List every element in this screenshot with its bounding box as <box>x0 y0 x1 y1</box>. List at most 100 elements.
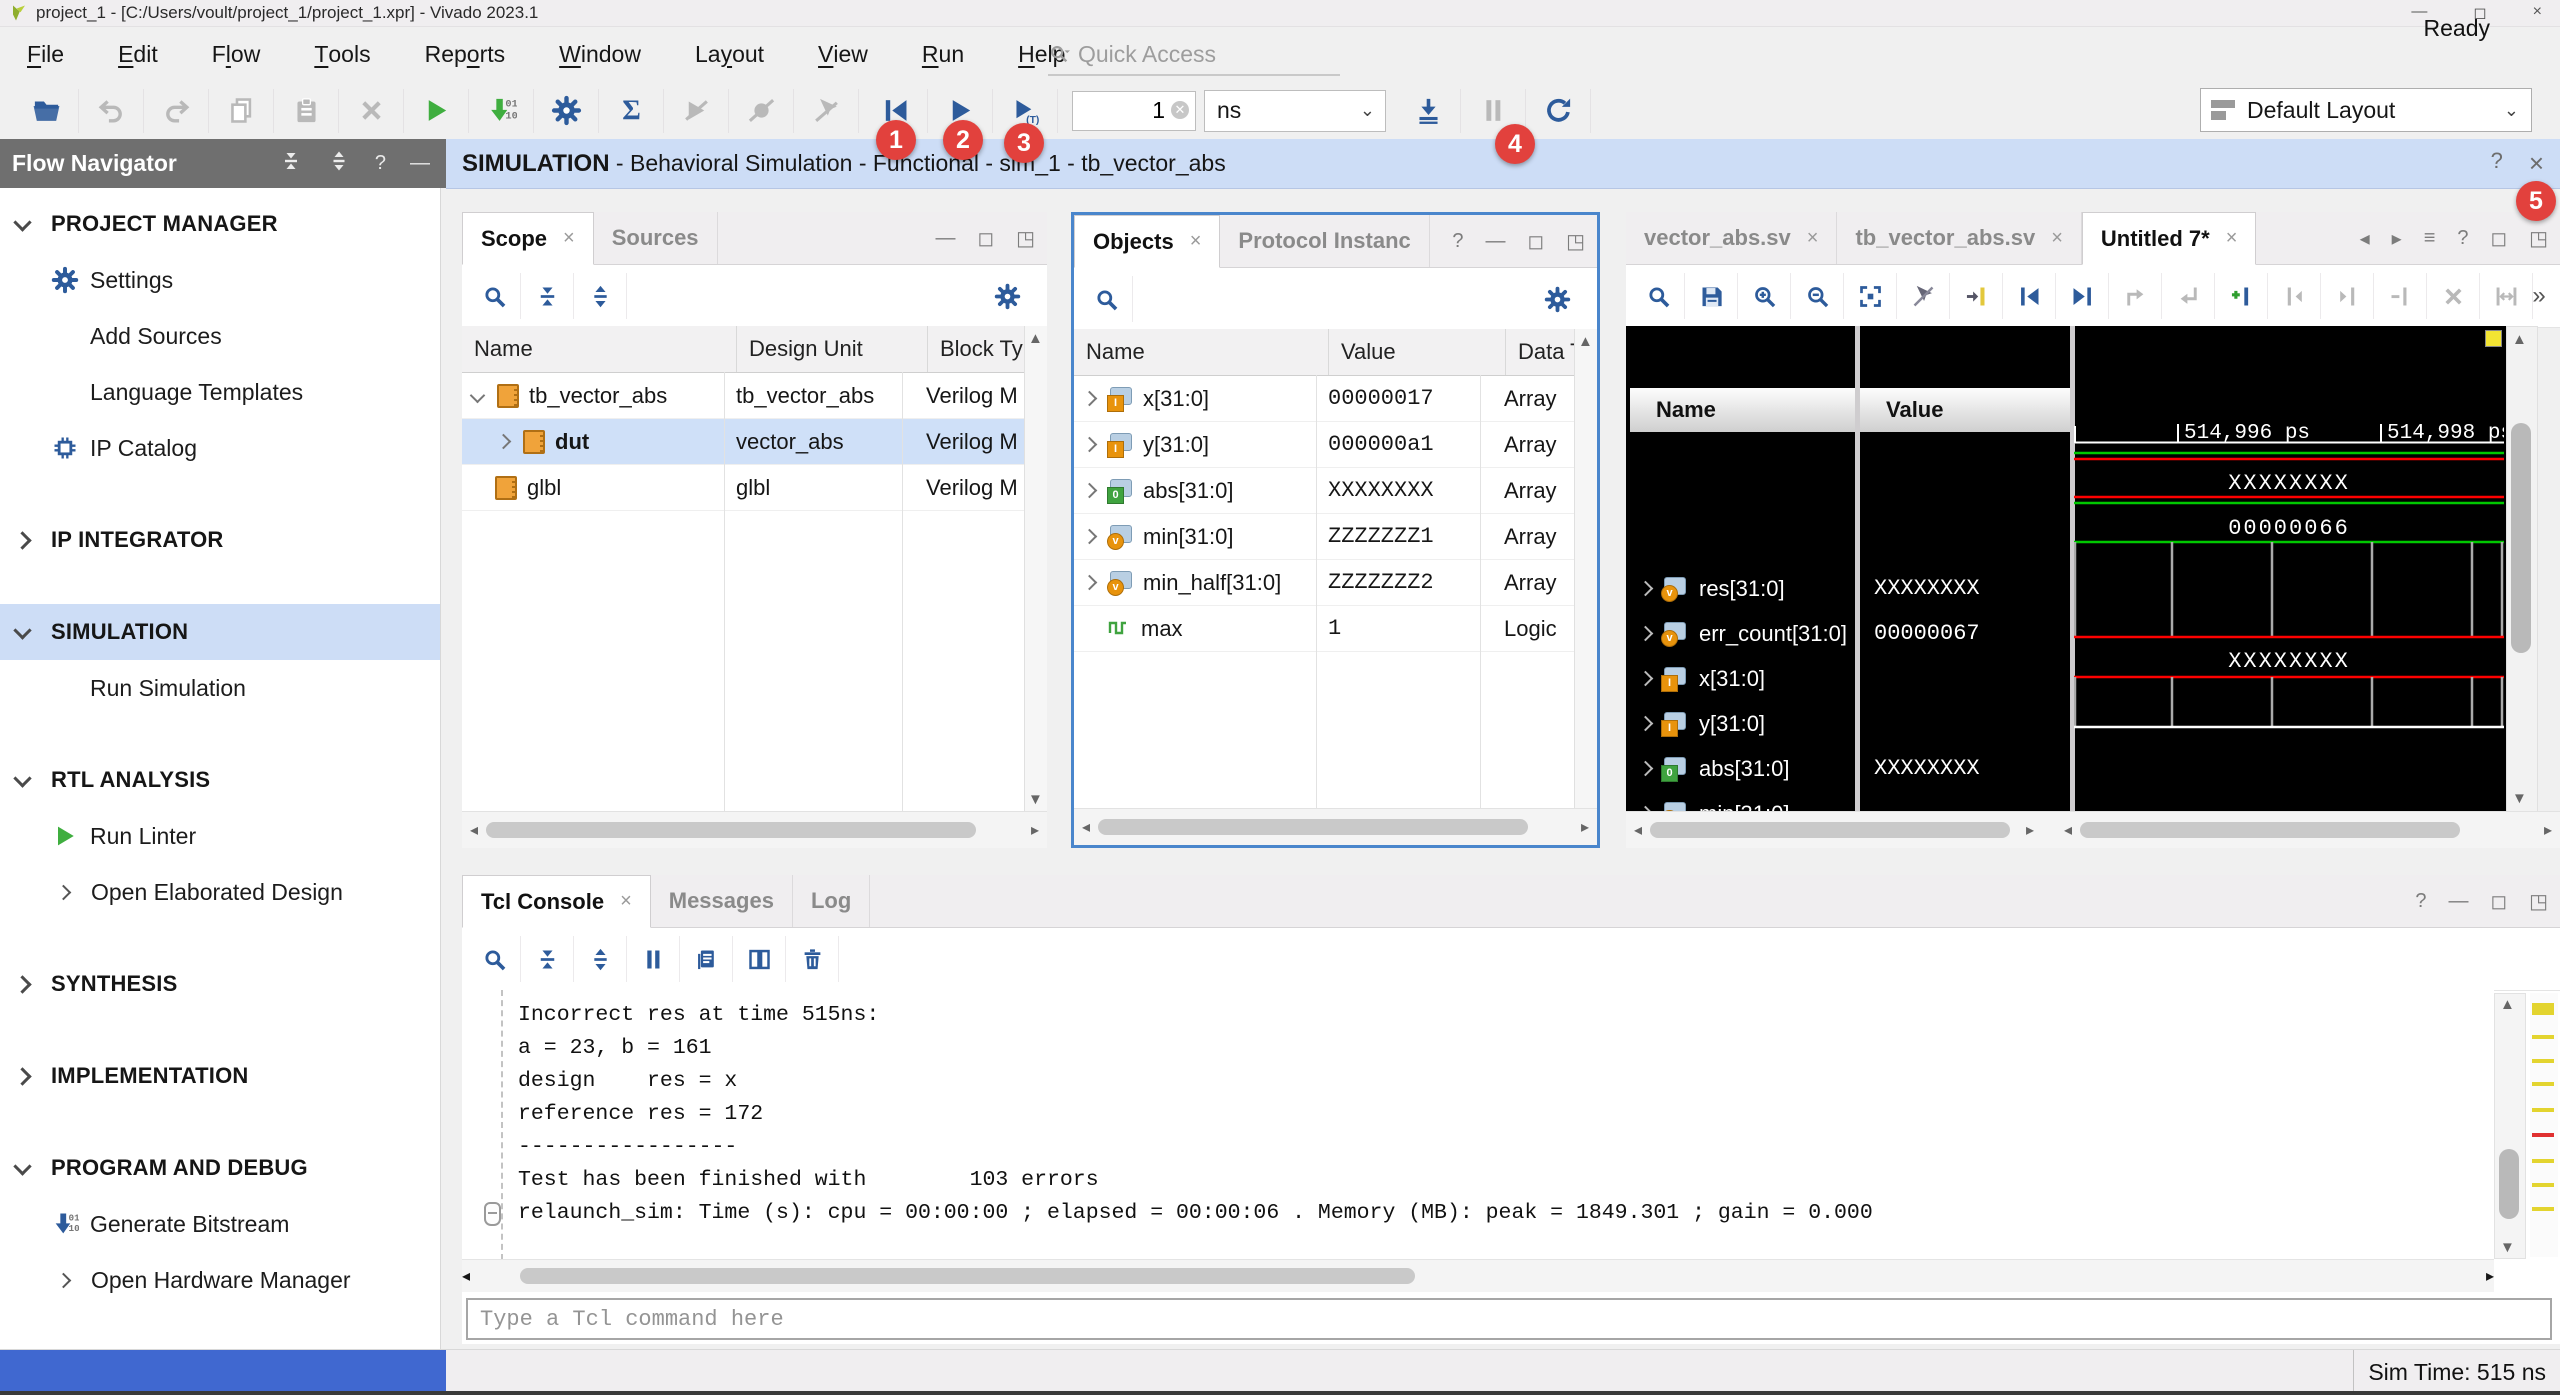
console-horizontal-scrollbar[interactable]: ◂ ▸ <box>462 1259 2494 1292</box>
waveform-vertical-scrollbar[interactable]: ▲ ▼ <box>2506 326 2538 812</box>
collapse-all-icon[interactable] <box>279 149 303 179</box>
scope-vertical-scrollbar[interactable]: ▲▼ <box>1024 326 1047 812</box>
menu-reports[interactable]: Reports <box>398 26 533 82</box>
next-transition-icon[interactable] <box>2056 273 2109 319</box>
clear-console-icon[interactable] <box>786 936 839 982</box>
tab-objects[interactable]: Objects× <box>1074 215 1220 268</box>
settings-gear-icon[interactable] <box>1531 276 1583 322</box>
toggle-columns-icon[interactable] <box>733 936 786 982</box>
clear-time-icon[interactable]: ✕ <box>1171 101 1189 119</box>
zoom-out-icon[interactable] <box>1791 273 1844 319</box>
settings-icon[interactable] <box>534 89 599 133</box>
table-row[interactable]: dutvector_absVerilog M <box>462 419 1025 465</box>
float-icon[interactable]: ◳ <box>2529 226 2548 251</box>
table-row[interactable]: vmin[31:0]ZZZZZZZ1Array <box>1074 514 1575 560</box>
search-icon[interactable] <box>1632 273 1685 319</box>
close-tab-icon[interactable]: × <box>620 890 632 913</box>
open-folder-icon[interactable] <box>14 89 79 133</box>
maximize-icon[interactable]: ◻ <box>977 226 994 251</box>
float-icon[interactable]: ◳ <box>1016 226 1035 251</box>
sidebar-item-run-linter[interactable]: Run Linter <box>0 808 440 864</box>
scroll-left-icon[interactable]: ◂ <box>1626 820 1650 840</box>
table-row[interactable]: max1Logic <box>1074 606 1575 652</box>
help-icon[interactable]: ? <box>2491 148 2503 179</box>
menu-run[interactable]: Run <box>895 26 991 82</box>
expand-all-icon[interactable] <box>574 936 627 982</box>
objects-vertical-scrollbar[interactable]: ▲ <box>1574 329 1597 809</box>
wave-signal-row[interactable]: verr_count[31:0]00000067 <box>1626 611 2070 656</box>
column-header-design-unit[interactable]: Design Unit <box>737 326 928 372</box>
chevron-down-icon[interactable] <box>470 388 486 404</box>
float-icon[interactable]: ◳ <box>2529 889 2548 914</box>
previous-marker-icon[interactable] <box>2268 273 2321 319</box>
scroll-right-icon[interactable]: ▸ <box>2486 1266 2494 1286</box>
copy-output-icon[interactable] <box>680 936 733 982</box>
scroll-left-icon[interactable]: ◂ <box>2056 820 2080 840</box>
chevron-right-icon[interactable] <box>1082 437 1098 453</box>
minimize-icon[interactable]: — <box>2448 890 2468 913</box>
wave-signal-row[interactable]: Iy[31:0] <box>1626 701 2070 746</box>
wave-name-column-header[interactable]: Name <box>1630 388 1855 432</box>
table-row[interactable]: Iy[31:0]000000a1Array <box>1074 422 1575 468</box>
tab-next-icon[interactable]: ▸ <box>2392 226 2402 251</box>
wave-signal-row[interactable]: 0abs[31:0]XXXXXXXX <box>1626 746 2070 791</box>
go-to-time-icon[interactable] <box>1950 273 2003 319</box>
close-tab-icon[interactable]: × <box>1807 227 1819 250</box>
fn-section-header[interactable]: PROJECT MANAGER <box>0 196 440 252</box>
table-row[interactable]: glblglblVerilog M <box>462 465 1025 511</box>
waveform-horizontal-scrollbar[interactable]: ◂ ▸ ◂ ▸ <box>1626 811 2560 848</box>
warning-mark[interactable] <box>2532 1108 2554 1112</box>
menu-tools[interactable]: Tools <box>287 26 397 82</box>
tcl-command-input[interactable] <box>466 1298 2552 1340</box>
fn-section-header[interactable]: IP INTEGRATOR <box>0 512 440 568</box>
warning-mark[interactable] <box>2532 1159 2554 1163</box>
sidebar-item-run-simulation[interactable]: Run Simulation <box>0 660 440 716</box>
implement-disabled-icon[interactable] <box>794 89 859 133</box>
menu-edit[interactable]: Edit <box>91 26 185 82</box>
fn-section-header[interactable]: IMPLEMENTATION <box>0 1048 440 1104</box>
menu-flow[interactable]: Flow <box>185 26 288 82</box>
console-vertical-scrollbar[interactable]: ▲ ▼ <box>2494 993 2526 1259</box>
menu-view[interactable]: View <box>791 26 895 82</box>
chevron-right-icon[interactable] <box>496 434 512 450</box>
paste-icon[interactable] <box>274 89 339 133</box>
scroll-right-icon[interactable]: ▸ <box>2536 820 2560 840</box>
elaborate-disabled-icon[interactable] <box>664 89 729 133</box>
chevron-right-icon[interactable] <box>1638 581 1654 597</box>
close-tab-icon[interactable]: × <box>2226 227 2238 250</box>
scope-horizontal-scrollbar[interactable]: ◂ ▸ <box>462 811 1047 848</box>
collapse-all-icon[interactable] <box>521 273 574 319</box>
maximize-icon[interactable]: ◻ <box>2490 889 2507 914</box>
remove-marker-icon[interactable] <box>2374 273 2427 319</box>
warning-mark[interactable] <box>2532 1059 2554 1063</box>
help-icon[interactable]: ? <box>1452 230 1463 253</box>
chevron-right-icon[interactable] <box>1082 529 1098 545</box>
wave-signal-row[interactable]: Ix[31:0] <box>1626 656 2070 701</box>
delete-wave-icon[interactable] <box>2427 273 2480 319</box>
wave-value-column-header[interactable]: Value <box>1860 388 2070 432</box>
close-tab-icon[interactable]: × <box>563 227 575 250</box>
warning-mark[interactable] <box>2532 1035 2554 1039</box>
tab-messages[interactable]: Messages <box>651 875 793 927</box>
error-mark[interactable] <box>2532 1133 2554 1137</box>
chevron-right-icon[interactable] <box>1082 391 1098 407</box>
warning-mark[interactable] <box>2532 1207 2554 1211</box>
delete-icon[interactable] <box>339 89 404 133</box>
warning-mark[interactable] <box>2532 1183 2554 1187</box>
sidebar-item-open-elaborated-design[interactable]: Open Elaborated Design <box>0 864 440 920</box>
add-marker-icon[interactable] <box>2215 273 2268 319</box>
window-close-icon[interactable]: × <box>2533 3 2542 23</box>
chevron-right-icon[interactable] <box>1638 761 1654 777</box>
chevron-right-icon[interactable] <box>1638 671 1654 687</box>
layout-selector[interactable]: Default Layout ⌄ <box>2200 88 2532 132</box>
float-icon[interactable]: ◳ <box>1566 229 1585 254</box>
fn-section-header[interactable]: RTL ANALYSIS <box>0 752 440 808</box>
sidebar-item-settings[interactable]: Settings <box>0 252 440 308</box>
chevron-right-icon[interactable] <box>13 531 31 549</box>
sidebar-item-ip-catalog[interactable]: IP Catalog <box>0 420 440 476</box>
minimize-icon[interactable]: — <box>1485 230 1505 253</box>
close-tab-icon[interactable]: × <box>2051 227 2063 250</box>
tab-protocol-instanc[interactable]: Protocol Instanc <box>1220 215 1429 267</box>
tab-tb-vector-abs-sv[interactable]: tb_vector_abs.sv× <box>1837 212 2081 264</box>
tcl-console-output[interactable]: Incorrect res at time 515ns: a = 23, b =… <box>462 990 2494 1260</box>
